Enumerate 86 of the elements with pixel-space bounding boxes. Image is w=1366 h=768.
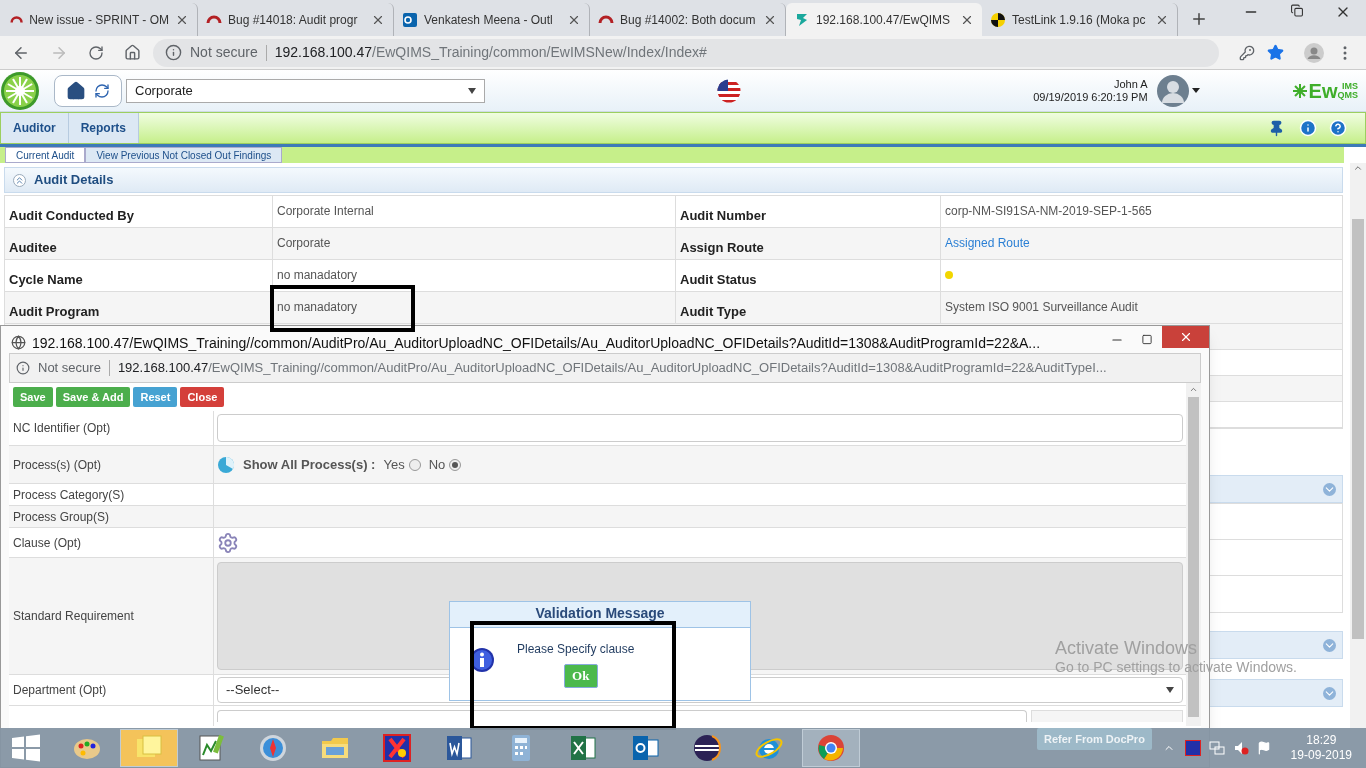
content-tab[interactable]: View Previous Not Closed Out Findings [85,147,283,163]
muted-speaker-icon[interactable] [1232,740,1249,756]
arc-icon [206,15,222,24]
radio-option[interactable]: No [428,454,462,475]
date-time: 09/19/2019 6:20:19 PM [1033,90,1148,104]
word-icon [444,733,474,763]
window-title: 192.168.100.47/EwQIMS_Training//common/AuditPro/Au_AuditorUploadNC_OFIDetails/Au_AuditorUploadNC_OFIDetails?AuditId=1308&AuditProgramId=22&A... [32,336,1041,351]
tray-app-icon[interactable] [1184,740,1201,756]
field-label: Audit Conducted By [8,207,135,225]
dialog-title: Validation Message [535,604,665,623]
gears-icon[interactable] [217,531,239,554]
scroll-up-icon[interactable] [1189,385,1198,394]
mail-icon [402,11,418,28]
info-icon[interactable] [165,44,182,61]
caret-icon[interactable] [1191,88,1200,93]
profile-icon[interactable] [1304,42,1324,63]
browser-tab[interactable]: 192.168.100.47/EwQIMS [786,3,982,36]
form-label: Process Category(S) [9,484,214,505]
location-select[interactable]: Corporate [126,78,485,103]
home-icon[interactable] [66,80,86,101]
pin-icon[interactable] [1268,119,1285,137]
text-area-field[interactable] [217,710,1027,722]
avatar[interactable] [1155,73,1190,108]
form-label: Process Group(S) [9,506,214,527]
field-value: no manadatory [272,260,675,291]
form-label: NC Identifier (Opt) [9,411,214,445]
field-value: Corporate Internal [272,196,675,227]
user-name: John A [1113,77,1148,91]
menu-tab[interactable]: Reports [68,113,139,143]
form-label: Process(s) (Opt) [9,446,214,483]
spreadsheet-icon [568,733,598,763]
arc-icon [598,15,614,24]
dialog-message: Please Specify clause [517,641,635,658]
home-icon[interactable] [124,44,141,61]
section-title: Audit Details [34,171,114,190]
form-label: Department (Opt) [9,675,214,705]
pie-chart-icon [217,455,235,474]
field-label: Audit Type [675,292,940,323]
field-value: no manadatory [272,292,675,323]
radio-prompt: Show All Process(s) : [243,455,376,474]
notepad-chart-icon [196,733,226,763]
route-link[interactable]: Assigned Route [945,236,1030,250]
field-label: Audit Program [8,303,101,321]
info-icon[interactable] [16,361,30,375]
field-value: corp-NM-SI91SA-NM-2019-SEP-1-565 [945,204,1152,218]
url-text: 192.168.100.47/EwQIMS_Training/common/EwIMSNew/Index/Index# [274,43,707,62]
scrollbar[interactable] [1350,163,1366,728]
security-label: Not secure [190,43,258,62]
content-tab[interactable]: Current Audit [5,147,86,163]
form-label: Clause (Opt) [9,528,214,557]
key-icon[interactable] [1239,44,1255,61]
form-label: Standard Requirement [9,558,214,674]
field-value: Corporate [272,228,675,259]
action-button[interactable]: Close [180,387,225,407]
striped-globe-icon [692,733,722,763]
star-icon[interactable] [1267,44,1284,61]
app-logo-icon [794,11,810,28]
field-label: Cycle Name [8,271,84,289]
arc-icon [10,15,24,24]
field-label: Auditee [8,239,58,257]
globe-icon [11,335,26,350]
field-label: Audit Status [675,260,940,291]
radio-option[interactable]: Yes [383,454,421,475]
help-icon[interactable] [1329,119,1347,137]
mail-icon [630,733,660,763]
scroll-up-icon[interactable] [1353,163,1363,173]
section-header[interactable]: Audit Details [4,167,1343,193]
field-value: System ISO 9001 Surveillance Audit [945,300,1138,314]
text-input-field[interactable] [217,414,1183,442]
reload-icon[interactable] [88,44,104,61]
compass-icon [258,733,288,763]
refresh-icon[interactable] [94,82,110,99]
field-label: Audit Number [675,196,940,227]
url-text: 192.168.100.47/EwQIMS_Training//common/AuditPro/Au_AuditorUploadNC_OFIDetails/Au_AuditorUploadNC_OFIDetails?AuditId=1308&AuditProgramId=22&AuditTypeI... [117,359,1107,378]
chrome-icon [816,733,846,763]
clock-date: 19-09-2019 [1290,748,1352,763]
menu-tab[interactable]: Auditor [1,113,69,143]
scissors-icon [382,733,412,763]
checkered-circle-icon [990,11,1006,28]
network-icon[interactable] [1208,740,1225,756]
address-bar[interactable]: Not secure 192.168.100.47/EwQIMS_Training/common/EwIMSNew/Index/Index# [153,38,1219,67]
clock-time: 18:29 [1306,733,1337,748]
sunburst-logo-icon[interactable] [0,70,40,111]
field-label: Assign Route [675,228,940,259]
new-tab-icon[interactable] [1190,10,1208,28]
security-label: Not secure [38,359,101,378]
